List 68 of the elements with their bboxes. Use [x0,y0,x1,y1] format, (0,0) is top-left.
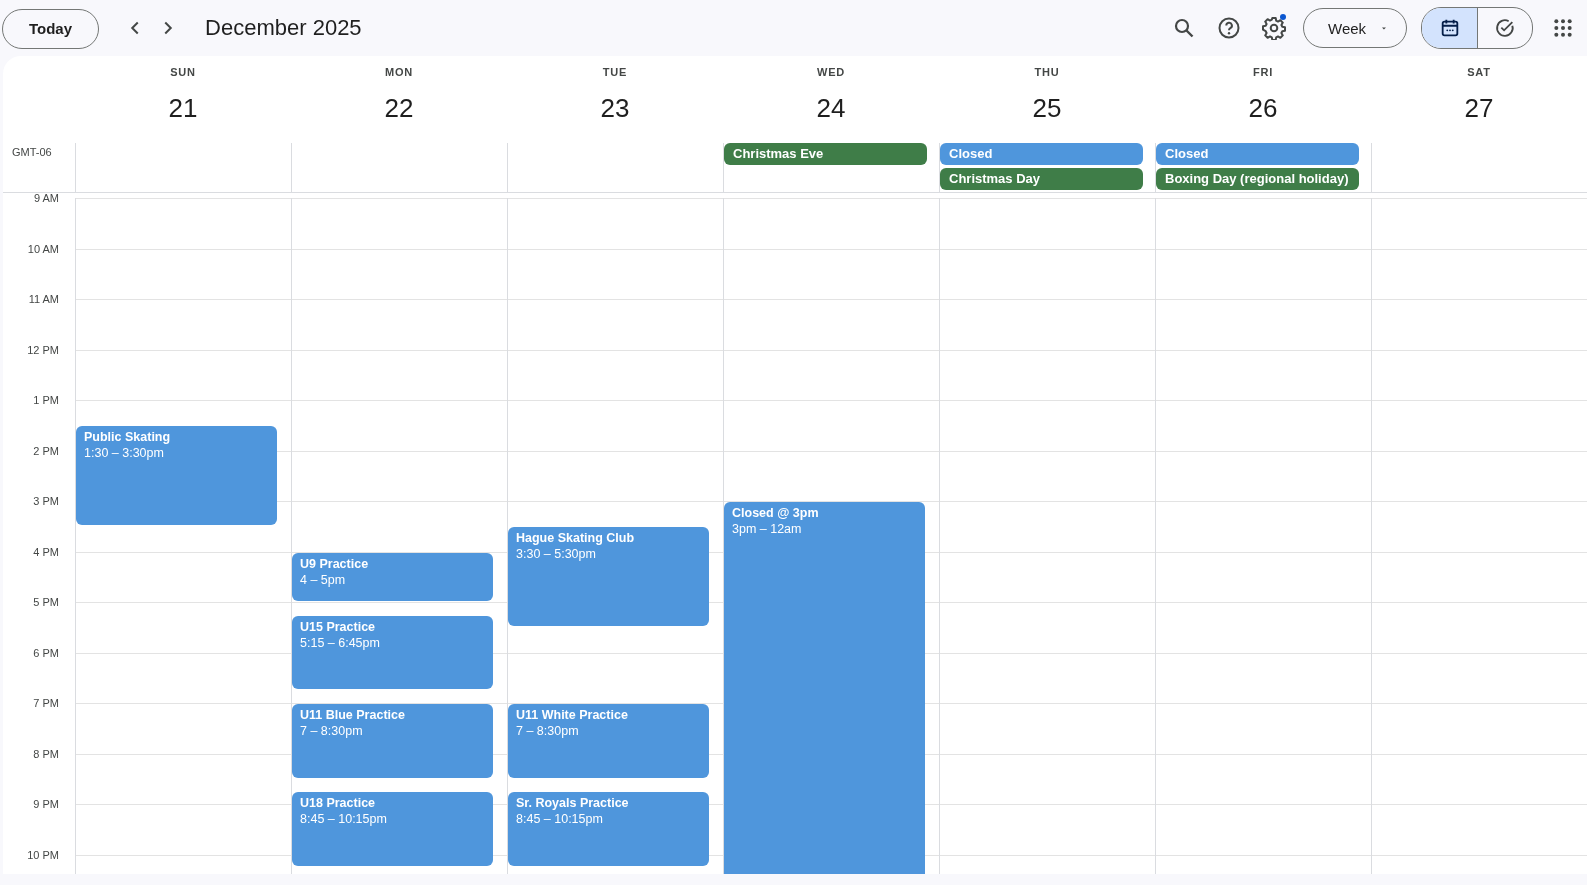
event-card[interactable]: U18 Practice 8:45 – 10:15pm [292,792,493,867]
event-time: 5:15 – 6:45pm [300,634,381,651]
event-time: 3pm – 12am [732,521,803,537]
hour-label: 3 PM [33,495,59,507]
date-range-title: December 2025 [205,15,362,41]
day-name: SAT [1467,66,1491,78]
day-number[interactable]: 25 [1032,93,1062,124]
event-card[interactable]: U11 Blue Practice 7 – 8:30pm [292,704,493,778]
all-day-event[interactable]: Closed [1156,143,1359,165]
search-icon [1172,16,1196,40]
hour-label: 2 PM [33,444,59,457]
event-title: U11 White Practice [516,707,629,723]
day-number[interactable]: 26 [1248,93,1278,124]
event-time: 8:45 – 10:15pm [516,811,604,828]
all-day-event[interactable]: Christmas Eve [724,143,927,165]
apps-grid-icon [1553,18,1573,38]
hour-label: 6 PM [33,646,59,659]
hour-label: 8 PM [33,747,59,760]
event-title: U11 Blue Practice [300,707,406,723]
all-day-event[interactable]: Boxing Day (regional holiday) [1156,168,1359,190]
event-card[interactable]: Sr. Royals Practice 8:45 – 10:15pm [508,792,709,867]
day-number[interactable]: 21 [168,93,198,124]
day-number[interactable]: 24 [816,93,846,124]
event-card[interactable]: Hague Skating Club 3:30 – 5:30pm [508,527,709,627]
event-time: 7 – 8:30pm [516,723,580,739]
day-name: THU [1034,66,1060,78]
event-title: Hague Skating Club [516,530,636,547]
settings-icon [1262,16,1286,40]
help-icon [1217,16,1241,40]
hour-label: 9 PM [33,798,59,810]
day-name: MON [384,66,414,78]
day-number[interactable]: 22 [384,93,414,124]
hour-label: 10 PM [27,848,59,861]
day-name: WED [816,66,846,78]
event-card[interactable]: U11 White Practice 7 – 8:30pm [508,704,709,778]
day-number[interactable]: 27 [1464,93,1494,124]
event-time: 1:30 – 3:30pm [84,445,165,462]
hour-label: 5 PM [33,596,59,608]
day-name: FRI [1252,66,1274,78]
hour-label: 7 PM [33,697,59,709]
event-time: 7 – 8:30pm [300,723,364,739]
event-time: 3:30 – 5:30pm [516,546,597,563]
event-title: U15 Practice [300,618,377,635]
day-number[interactable]: 23 [600,93,630,124]
timezone-label: GMT-06 [11,145,53,160]
hour-label: 9 AM [33,193,59,204]
event-title: Closed @ 3pm [732,505,820,521]
event-time: 4 – 5pm [300,571,347,588]
hour-label: 12 PM [27,343,59,356]
event-title: Public Skating [84,429,172,446]
day-name: TUE [602,66,628,78]
event-title: Sr. Royals Practice [516,795,630,812]
hour-label: 4 PM [33,545,59,558]
event-title: U9 Practice [300,555,370,572]
hour-label: 1 PM [33,394,59,406]
event-time: 8:45 – 10:15pm [300,811,388,828]
event-title: U18 Practice [300,795,377,812]
calendar-view-button[interactable] [1422,8,1477,48]
all-day-event[interactable]: Closed [940,143,1143,165]
all-day-event[interactable]: Christmas Day [940,168,1143,190]
event-card[interactable]: Closed @ 3pm 3pm – 12am [724,502,925,874]
event-card[interactable]: U15 Practice 5:15 – 6:45pm [292,615,493,690]
event-card[interactable]: U9 Practice 4 – 5pm [292,552,493,601]
event-card[interactable]: Public Skating 1:30 – 3:30pm [76,426,277,526]
day-name: SUN [170,66,196,78]
hour-label: 11 AM [28,293,59,305]
check-circle-icon [1494,17,1516,39]
hour-label: 10 AM [27,242,59,255]
